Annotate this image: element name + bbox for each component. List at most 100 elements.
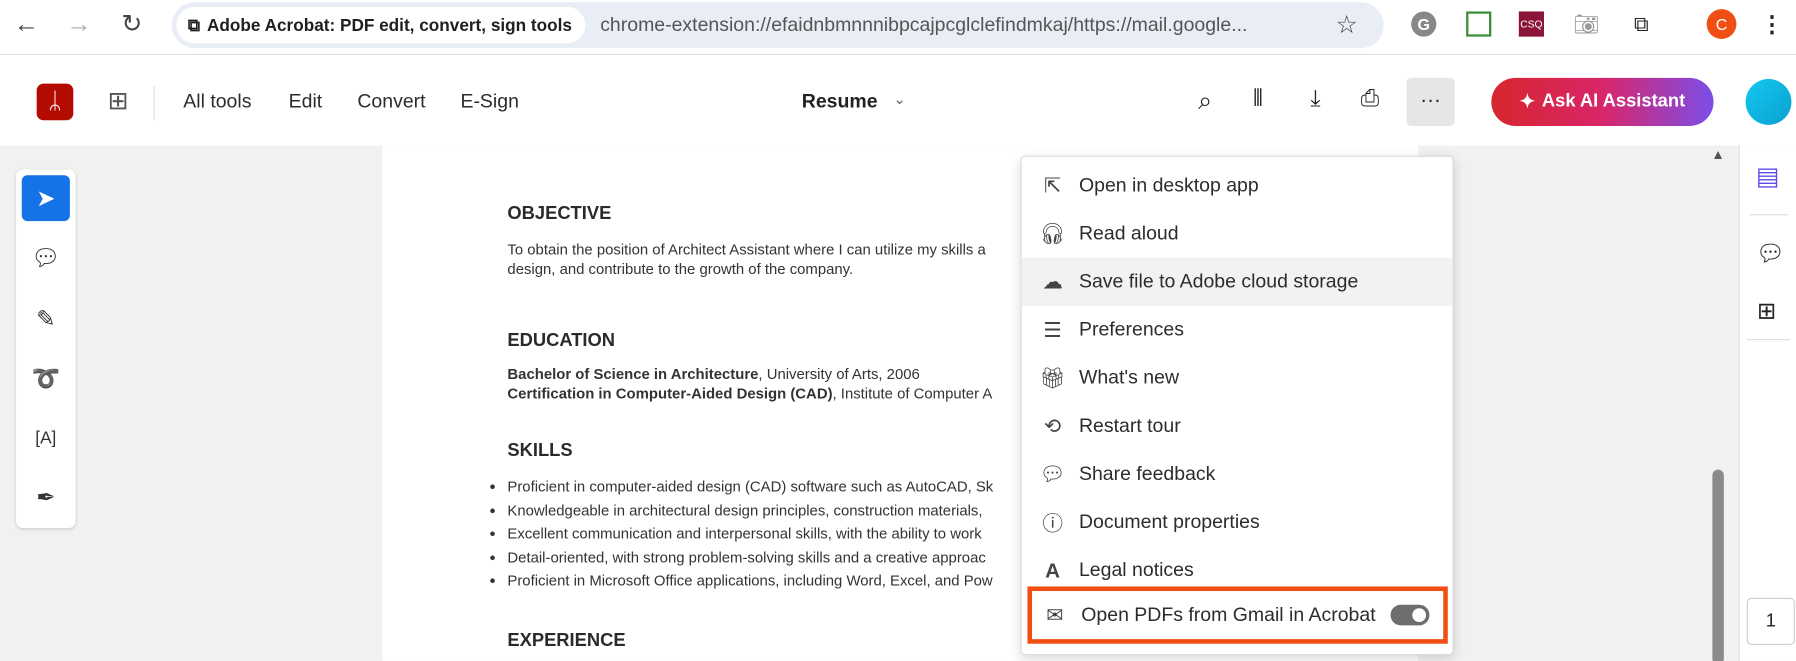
sliders-icon: ☰ [1043,317,1062,341]
text-line: design, and contribute to the growth of … [507,260,854,278]
menu-label: Restart tour [1078,414,1181,437]
ask-ai-label: Ask AI Assistant [1541,91,1686,112]
menu-label: Share feedback [1078,462,1216,485]
ai-tools-icon[interactable]: ⊞ [108,86,129,116]
tab-e-sign[interactable]: E-Sign [460,90,518,113]
search-icon[interactable]: ⌕ [1198,86,1212,116]
select-tool-icon[interactable]: ➤ [21,175,70,222]
pdf-mail-icon: ✉ [1046,603,1064,626]
acrobat-toolbar: ᛦ ⊞ All tools Edit Convert E-Sign Resume… [0,56,1796,146]
grid-icon[interactable]: ⊞ [1757,297,1776,326]
ai-chat-icon: ✦ [1519,92,1536,113]
divider [1746,339,1791,341]
text-tool-icon[interactable]: [A] [22,415,70,461]
print-icon[interactable]: ⎙ [1361,86,1379,112]
grammarly-icon[interactable]: G [1411,11,1437,37]
menu-label: What's new [1078,366,1180,389]
profile-avatar[interactable]: C [1706,9,1737,39]
institution: , University of Arts, 2006 [758,365,920,383]
highlight-tool-icon[interactable]: ✎ [22,296,70,342]
page-thumbnails-icon[interactable]: ⫴ [1253,86,1263,112]
browser-bar: ← → ↻ ⧉ Adobe Acrobat: PDF edit, convert,… [0,0,1796,55]
menu-item-share-feedback[interactable]: 💬︎ Share feedback [1022,450,1453,498]
menu-item-preferences[interactable]: ☰ Preferences [1022,306,1453,354]
reload-icon[interactable]: ↻ [121,9,142,39]
degree: Bachelor of Science in Architecture [507,365,759,383]
address-bar[interactable]: ⧉ Adobe Acrobat: PDF edit, convert, sign … [171,2,1384,49]
tab-convert[interactable]: Convert [357,90,425,113]
tab-all-tools[interactable]: All tools [183,90,251,113]
extensions-icon[interactable]: ⧉ [1629,11,1654,36]
csq-extension-icon[interactable]: CSQ [1518,11,1545,37]
vertical-scrollbar[interactable]: ▲ [1709,147,1727,661]
chevron-down-icon[interactable]: ⌄ [893,90,905,108]
menu-item-whats-new[interactable]: 🎁︎ What's new [1022,354,1453,402]
menu-item-restart-tour[interactable]: ⟲ Restart tour [1022,402,1453,450]
menu-label: Save file to Adobe cloud storage [1078,270,1359,293]
document-title[interactable]: Resume [802,90,878,113]
sign-tool-icon[interactable]: ✒ [22,474,70,520]
text-line: To obtain the position of Architect Assi… [507,240,986,258]
draw-tool-icon[interactable]: ➰ [22,355,70,401]
camera-icon[interactable]: 📷︎ [1573,11,1599,36]
objective-text: To obtain the position of Architect Assi… [507,239,985,278]
list-item: Proficient in Microsoft Office applicati… [507,569,993,592]
divider [1749,214,1788,216]
open-external-icon: ⇱ [1043,173,1062,197]
section-heading: SKILLS [507,440,573,461]
account-avatar[interactable] [1745,79,1792,125]
adobe-icon: A [1045,558,1061,582]
page-number-box[interactable]: 1 [1746,597,1795,645]
tour-icon: ⟲ [1043,414,1062,437]
url-text[interactable]: chrome-extension://efaidnbmnnnibpcajpcgl… [600,14,1247,37]
site-chip[interactable]: ⧉ Adobe Acrobat: PDF edit, convert, sign … [176,6,586,44]
ai-summary-icon[interactable]: ▤ [1756,162,1780,192]
comments-icon[interactable]: 💬︎ [1756,239,1785,268]
menu-label: Document properties [1078,510,1260,533]
site-chip-label: Adobe Acrobat: PDF edit, convert, sign t… [206,15,572,35]
section-heading: EXPERIENCE [507,631,626,651]
list-item: Detail-oriented, with strong problem-sol… [507,546,993,569]
tool-rail: ➤ 💬︎ ✎ ➰ [A] ✒ [16,169,76,529]
divider [153,85,155,121]
acrobat-logo[interactable]: ᛦ [36,83,74,121]
right-panel: ▤ 💬︎ ⊞ 1 [1738,145,1796,661]
degree: Certification in Computer-Aided Design (… [507,384,833,403]
more-options-button[interactable]: ··· [1406,77,1455,126]
menu-item-document-properties[interactable]: ⓘ Document properties [1022,498,1453,546]
list-item: Proficient in computer-aided design (CAD… [507,475,993,498]
menu-label: Read aloud [1078,222,1179,244]
toggle-knob [1412,608,1427,622]
menu-item-gmail-toggle[interactable]: ✉ Open PDFs from Gmail in Acrobat [1027,586,1448,644]
tab-edit[interactable]: Edit [289,90,323,113]
list-item: Excellent communication and interpersona… [507,522,993,545]
scroll-up-icon[interactable]: ▲ [1711,147,1725,163]
chrome-menu-icon[interactable]: ⋮ [1759,11,1784,37]
menu-label: Open in desktop app [1078,174,1259,196]
section-heading: EDUCATION [507,331,615,351]
menu-label: Open PDFs from Gmail in Acrobat [1081,603,1376,626]
institution: , Institute of Computer A [832,384,993,403]
gift-icon: 🎁︎ [1039,365,1066,389]
menu-label: Preferences [1078,318,1184,341]
comment-tool-icon[interactable]: 💬︎ [22,235,70,281]
forward-icon[interactable]: → [66,9,91,39]
headphones-icon: 🎧︎ [1039,221,1066,245]
cloud-upload-icon: ☁ [1042,269,1063,293]
info-icon: ⓘ [1042,511,1063,535]
download-icon[interactable]: ⤓ [1310,86,1320,112]
menu-item-save-cloud[interactable]: ☁ Save file to Adobe cloud storage [1021,257,1453,306]
screenshot-icon[interactable] [1466,11,1492,37]
menu-label: Legal notices [1078,558,1194,581]
list-item: Knowledgeable in architectural design pr… [507,499,993,522]
bookmark-star-icon[interactable]: ☆ [1336,10,1359,40]
more-options-menu: ⇱ Open in desktop app 🎧︎ Read aloud ☁ Save … [1020,155,1454,656]
back-icon[interactable]: ← [14,9,39,39]
feedback-icon: 💬︎ [1039,462,1066,486]
gmail-toggle-switch[interactable] [1390,604,1430,626]
scrollbar-thumb[interactable] [1712,469,1724,661]
skills-list: Proficient in computer-aided design (CAD… [507,475,993,592]
menu-item-open-desktop[interactable]: ⇱ Open in desktop app [1022,162,1453,210]
ask-ai-assistant-button[interactable]: ✦ Ask AI Assistant [1491,77,1714,126]
menu-item-read-aloud[interactable]: 🎧︎ Read aloud [1022,210,1453,258]
